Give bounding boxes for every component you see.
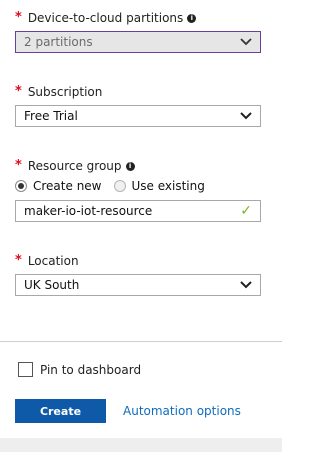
subscription-value: Free Trial (24, 109, 78, 123)
chevron-down-icon (240, 112, 252, 120)
info-icon[interactable]: i (125, 161, 135, 171)
subscription-select[interactable]: Free Trial (15, 105, 261, 127)
resource-group-field: * Resource group i Create new Use existi… (15, 157, 261, 222)
subscription-field: * Subscription Free Trial (15, 83, 261, 127)
resource-group-value: maker-io-iot-resource (24, 204, 153, 218)
partitions-select[interactable]: 2 partitions (15, 31, 261, 53)
location-value: UK South (24, 278, 80, 292)
create-button[interactable]: Create (15, 399, 106, 423)
radio-unselected-icon (113, 180, 126, 192)
partitions-label: Device-to-cloud partitions (27, 11, 184, 25)
required-asterisk-icon: * (15, 10, 22, 25)
partitions-field: * Device-to-cloud partitions i 2 partiti… (15, 9, 261, 53)
chevron-down-icon (240, 281, 252, 289)
subscription-label: Subscription (27, 85, 103, 99)
radio-use-existing[interactable]: Use existing (113, 179, 205, 193)
pin-to-dashboard[interactable]: Pin to dashboard (18, 362, 141, 377)
pin-label: Pin to dashboard (40, 362, 142, 377)
location-label: Location (27, 254, 79, 268)
resource-group-label-row: * Resource group i (15, 157, 261, 175)
required-asterisk-icon: * (15, 253, 22, 268)
location-field: * Location UK South (15, 252, 261, 296)
location-label-row: * Location (15, 252, 261, 270)
resource-group-radio-group: Create new Use existing (15, 177, 261, 195)
partitions-label-row: * Device-to-cloud partitions i (15, 9, 261, 27)
radio-create-new-label: Create new (33, 179, 102, 193)
divider (0, 341, 282, 342)
chevron-down-icon (240, 38, 252, 46)
radio-selected-icon (15, 180, 27, 192)
pin-checkbox[interactable] (18, 362, 33, 377)
radio-use-existing-label: Use existing (131, 179, 205, 193)
footer-bar (0, 438, 282, 452)
automation-options-link[interactable]: Automation options (123, 404, 241, 418)
checkmark-icon: ✓ (240, 203, 252, 219)
location-select[interactable]: UK South (15, 274, 261, 296)
resource-group-input[interactable]: maker-io-iot-resource ✓ (15, 200, 261, 222)
required-asterisk-icon: * (15, 158, 22, 173)
resource-group-label: Resource group (27, 159, 122, 173)
radio-create-new[interactable]: Create new (15, 179, 102, 193)
partitions-value: 2 partitions (24, 35, 93, 49)
required-asterisk-icon: * (15, 84, 22, 99)
info-icon[interactable]: i (187, 13, 197, 23)
subscription-label-row: * Subscription (15, 83, 261, 101)
